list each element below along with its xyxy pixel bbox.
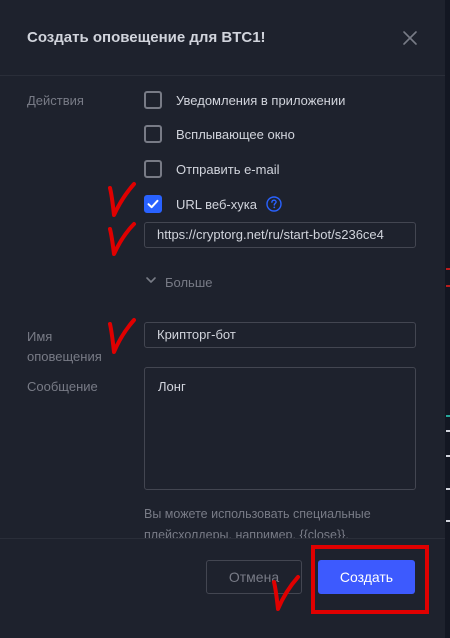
chevron-down-icon xyxy=(145,273,157,291)
checkbox-webhook[interactable] xyxy=(144,195,162,213)
message-textarea[interactable]: Лонг xyxy=(144,367,416,490)
message-label: Сообщение xyxy=(27,379,98,394)
checkbox-popup[interactable] xyxy=(144,125,162,143)
chart-mark xyxy=(446,268,450,270)
actions-label: Действия xyxy=(27,93,84,108)
chart-mark xyxy=(446,520,450,522)
checkbox-row-popup[interactable]: Всплывающее окно xyxy=(144,124,295,144)
chart-mark xyxy=(446,415,450,417)
cancel-button[interactable]: Отмена xyxy=(206,560,302,594)
checkbox-row-email[interactable]: Отправить e-mail xyxy=(144,159,279,179)
checkbox-row-in-app[interactable]: Уведомления в приложении xyxy=(144,90,345,110)
close-icon[interactable] xyxy=(400,28,420,48)
checkbox-label: Всплывающее окно xyxy=(176,126,295,142)
chart-edge xyxy=(445,0,450,638)
alert-name-label: Имя оповещения xyxy=(27,329,102,364)
more-toggle[interactable]: Больше xyxy=(145,273,213,291)
question-circle-icon[interactable] xyxy=(266,196,282,212)
dialog-header: Создать оповещение для BTC1! xyxy=(0,0,445,76)
create-alert-dialog: Создать оповещение для BTC1! Действия Ув… xyxy=(0,0,445,638)
create-button[interactable]: Создать xyxy=(318,560,415,594)
checkbox-in-app[interactable] xyxy=(144,91,162,109)
checkbox-label: Уведомления в приложении xyxy=(176,92,346,108)
more-label: Больше xyxy=(165,274,213,290)
chart-mark xyxy=(446,430,450,432)
checkbox-label: URL веб-хука xyxy=(176,196,257,212)
webhook-url-input[interactable] xyxy=(144,222,416,248)
checkbox-email[interactable] xyxy=(144,160,162,178)
checkbox-label: Отправить e-mail xyxy=(176,161,280,177)
checkbox-row-webhook[interactable]: URL веб-хука xyxy=(144,194,282,214)
dialog-title: Создать оповещение для BTC1! xyxy=(27,29,266,46)
chart-mark xyxy=(446,455,450,457)
chart-mark xyxy=(446,285,450,287)
alert-name-input[interactable] xyxy=(144,322,416,348)
chart-mark xyxy=(446,488,450,490)
check-icon xyxy=(147,199,159,209)
